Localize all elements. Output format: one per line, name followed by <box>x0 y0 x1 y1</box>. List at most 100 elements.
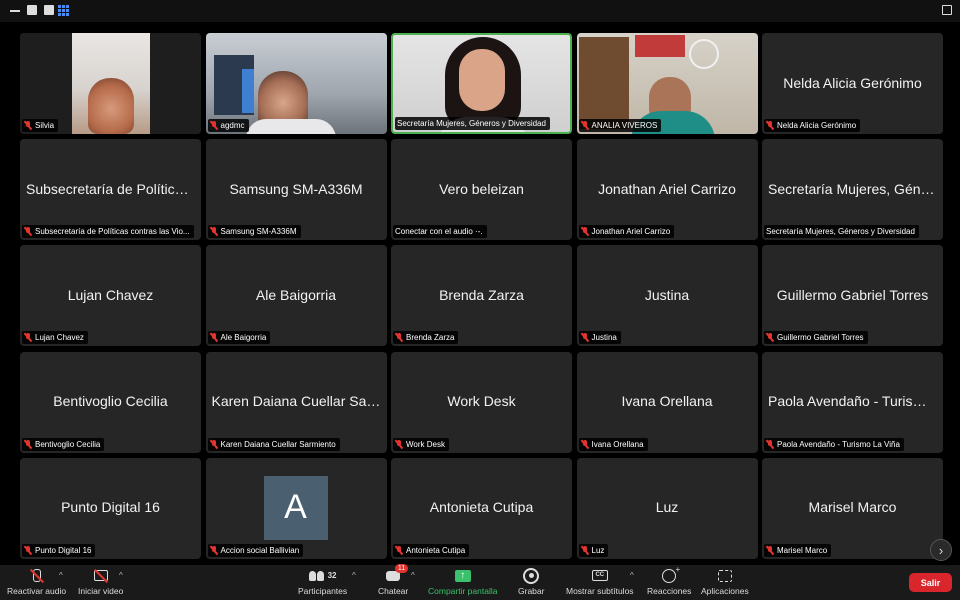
participant-tile[interactable]: Secretaría Mujeres, Géneros y Diversidad <box>391 33 572 134</box>
captions-options-caret[interactable]: ^ <box>630 571 634 580</box>
mic-muted-icon <box>24 227 32 236</box>
captions-button[interactable]: CC Mostrar subtítulos <box>566 568 634 596</box>
fullscreen-icon[interactable] <box>942 5 952 15</box>
participant-display-name: Samsung SM-A336M <box>229 180 363 197</box>
chat-unread-badge: 11 <box>394 564 409 573</box>
participant-tile[interactable]: Justina Justina <box>576 245 758 347</box>
mic-muted-icon <box>581 121 589 130</box>
participant-nameplate: Bentivoglio Cecilia <box>22 437 105 451</box>
participant-tile[interactable]: Secretaría Mujeres, Géner... Secretaría M… <box>762 139 943 241</box>
apps-icon <box>717 569 732 582</box>
participant-name: Ale Baigorria <box>220 333 267 343</box>
participant-tile[interactable]: Vero beleizan Conectar con el audio ·-. <box>391 139 572 241</box>
participant-tile[interactable]: Ale Baigorria Ale Baigorria <box>205 245 387 347</box>
mic-muted-icon <box>766 439 774 449</box>
participant-display-name: Brenda Zarza <box>439 287 524 304</box>
participant-tile[interactable]: Paola Avendaño - Turismo... Paola Avendañ… <box>762 351 943 453</box>
audio-options-caret[interactable]: ^ <box>59 571 63 580</box>
participant-tile[interactable]: Karen Daiana Cuellar Sar... Karen Daiana … <box>205 351 387 453</box>
participant-grid: Silvia agdmc Secretaría Mujeres, Géneros y… <box>20 33 943 559</box>
participant-tile[interactable]: A Accion social Ballivian <box>205 457 387 559</box>
participant-tile[interactable]: Work Desk Work Desk <box>391 351 572 453</box>
next-page-button[interactable]: › <box>930 539 952 561</box>
record-button[interactable]: Grabar <box>518 568 544 596</box>
participant-tile[interactable]: Guillermo Gabriel Torres Guillermo Gabrie… <box>762 245 943 347</box>
reactions-label: Reacciones <box>647 586 692 596</box>
participant-display-name: Marisel Marco <box>808 499 897 516</box>
mic-muted-icon <box>210 333 218 342</box>
chevron-right-icon: › <box>938 542 944 558</box>
participant-nameplate: Subsecretaría de Políticas contras las V… <box>22 225 194 239</box>
participant-name: Subsecretaría de Políticas contras las V… <box>35 227 190 237</box>
chat-button[interactable]: 11 Chatear <box>378 564 409 596</box>
participant-nameplate: Luz <box>578 543 609 557</box>
participant-display-name: Justina <box>644 287 690 304</box>
captions-label: Mostrar subtítulos <box>566 586 634 596</box>
unmute-button[interactable]: Reactivar audio <box>7 568 66 596</box>
participant-tile[interactable]: agdmc <box>205 33 387 134</box>
participant-name: Work Desk <box>406 439 445 449</box>
participant-name: Lujan Chavez <box>35 333 84 343</box>
participant-name: Jonathan Ariel Carrizo <box>591 227 671 237</box>
mic-muted-icon <box>581 545 589 555</box>
participant-tile[interactable]: Nelda Alicia Gerónimo Nelda Alicia Geróni… <box>762 33 943 134</box>
share-screen-button[interactable]: ↑ Compartir pantalla <box>428 568 497 596</box>
reactions-icon <box>660 565 681 583</box>
participant-tile[interactable]: Brenda Zarza Brenda Zarza <box>391 245 572 347</box>
participant-tile[interactable]: Luz Luz <box>576 457 758 559</box>
participant-display-name: Work Desk <box>447 393 516 410</box>
gallery-view-icon[interactable] <box>58 5 69 16</box>
window-icon[interactable] <box>27 5 37 15</box>
participant-name: Karen Daiana Cuellar Sarmiento <box>220 439 336 449</box>
participants-button[interactable]: 32 Participantes <box>298 568 347 596</box>
participant-name: Antonieta Cutipa <box>406 545 466 555</box>
participant-tile[interactable]: Lujan Chavez Lujan Chavez <box>20 245 201 347</box>
participant-tile[interactable]: Marisel Marco Marisel Marco <box>762 457 943 559</box>
participant-nameplate: Silvia <box>22 119 59 132</box>
participant-name: ANALIA VIVEROS <box>591 121 658 130</box>
participant-name: Marisel Marco <box>777 545 828 555</box>
participant-display-name: Ivana Orellana <box>621 393 713 410</box>
leave-button[interactable]: Salir <box>909 573 952 592</box>
start-video-label: Iniciar video <box>78 586 124 596</box>
participant-tile[interactable]: Subsecretaría de Políticas... Subsecretar… <box>20 139 201 241</box>
participant-display-name: Paola Avendaño - Turismo... <box>768 393 937 410</box>
participant-tile[interactable]: Jonathan Ariel Carrizo Jonathan Ariel Car… <box>576 139 758 241</box>
start-video-button[interactable]: Iniciar video <box>78 568 123 596</box>
participant-tile[interactable]: Silvia <box>20 33 201 134</box>
meeting-toolbar: Reactivar audio ^ Iniciar video ^ 32 Par… <box>0 564 960 600</box>
share-screen-label: Compartir pantalla <box>428 586 498 596</box>
participant-nameplate: Accion social Ballivian <box>207 543 304 557</box>
participant-tile[interactable]: Samsung SM-A336M Samsung SM-A336M <box>205 139 387 241</box>
participant-tile[interactable]: Ivana Orellana Ivana Orellana <box>576 351 758 453</box>
participant-nameplate: ANALIA VIVEROS <box>578 119 662 132</box>
mic-muted-icon <box>24 333 32 342</box>
participant-name: Bentivoglio Cecilia <box>35 439 101 449</box>
participant-name: Brenda Zarza <box>406 333 455 343</box>
reactions-button[interactable]: Reacciones <box>647 565 692 596</box>
minimize-icon[interactable] <box>10 10 20 12</box>
chat-options-caret[interactable]: ^ <box>411 571 415 580</box>
participant-nameplate: Ale Baigorria <box>207 331 271 345</box>
mic-muted-icon <box>210 545 218 555</box>
participant-name: Paola Avendaño - Turismo La Viña <box>777 439 900 449</box>
participant-tile[interactable]: Antonieta Cutipa Antonieta Cutipa <box>391 457 572 559</box>
video-options-caret[interactable]: ^ <box>119 571 123 580</box>
participant-tile[interactable]: Bentivoglio Cecilia Bentivoglio Cecilia <box>20 351 201 453</box>
mic-muted-icon <box>581 333 589 342</box>
participant-nameplate: Ivana Orellana <box>578 437 648 451</box>
apps-button[interactable]: Aplicaciones <box>701 568 749 596</box>
mic-muted-icon <box>24 439 32 449</box>
window-icon-2[interactable] <box>44 5 54 15</box>
chat-label: Chatear <box>378 586 409 596</box>
participant-display-name: Lujan Chavez <box>67 287 154 304</box>
participant-name: Luz <box>591 545 605 555</box>
participant-tile[interactable]: Punto Digital 16 Punto Digital 16 <box>20 457 201 559</box>
participant-nameplate: agdmc <box>207 119 249 132</box>
participant-tile[interactable]: ANALIA VIVEROS <box>576 33 758 134</box>
mic-muted-icon <box>24 545 32 555</box>
participant-display-name: Vero beleizan <box>439 180 524 197</box>
participant-nameplate: Secretaría Mujeres, Géneros y Diversidad <box>395 117 550 130</box>
participants-label: Participantes <box>298 586 348 596</box>
participants-options-caret[interactable]: ^ <box>352 571 356 580</box>
